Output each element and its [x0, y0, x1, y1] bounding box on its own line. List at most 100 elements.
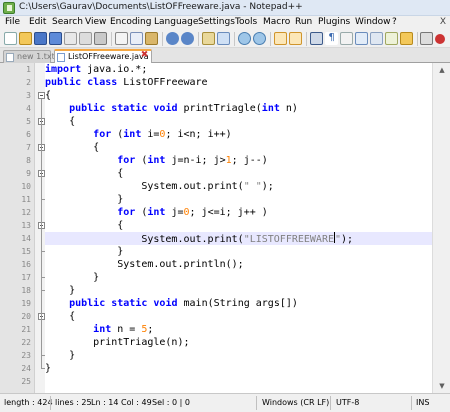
lang-icon[interactable] — [355, 32, 368, 45]
sync-h-icon[interactable] — [289, 32, 302, 45]
code-line[interactable]: } — [45, 271, 432, 284]
status-encoding: UTF-8 — [336, 398, 360, 407]
menu-view[interactable]: View — [85, 17, 106, 27]
vertical-scrollbar[interactable]: ▲ ▼ — [432, 63, 450, 393]
line-number: 24 — [21, 364, 31, 373]
code-line[interactable]: { — [45, 89, 432, 102]
wrap-icon[interactable] — [310, 32, 323, 45]
find-icon[interactable] — [202, 32, 215, 45]
paste-icon[interactable] — [145, 32, 158, 45]
close-icon[interactable] — [64, 32, 77, 45]
fold-guide — [41, 320, 42, 355]
code-line[interactable]: } — [45, 349, 432, 362]
menu-macro[interactable]: Macro — [263, 17, 290, 27]
tab-label: new 1.txt — [17, 52, 55, 61]
code-token: void — [153, 103, 178, 114]
save-icon[interactable] — [34, 32, 47, 45]
menu-settings[interactable]: Settings — [198, 17, 235, 27]
fold-guide — [41, 151, 42, 277]
code-line[interactable]: public class ListOFFreeware — [45, 76, 432, 89]
code-line[interactable]: for (int j=n-i; j>1; j--) — [45, 154, 432, 167]
scroll-down-icon[interactable]: ▼ — [436, 381, 448, 391]
menu-search[interactable]: Search — [52, 17, 83, 27]
line-number: 4 — [26, 104, 31, 113]
status-column: Col : 49 — [121, 398, 152, 407]
cut-icon[interactable] — [115, 32, 128, 45]
code-line[interactable]: for (int j=0; j<=i; j++ ) — [45, 206, 432, 219]
redo-icon[interactable] — [181, 32, 194, 45]
code-line[interactable]: for (int i=0; i<n; i++) — [45, 128, 432, 141]
new-file-icon[interactable] — [4, 32, 17, 45]
code-line[interactable]: System.out.print(" "); — [45, 180, 432, 193]
zoom-out-icon[interactable] — [253, 32, 266, 45]
doc-map-icon[interactable] — [370, 32, 383, 45]
status-separator — [50, 396, 51, 410]
menu-window[interactable]: Window — [355, 17, 391, 27]
code-line[interactable]: public static void main(String args[]) — [45, 297, 432, 310]
code-token: for — [117, 207, 136, 218]
print-icon[interactable] — [94, 32, 107, 45]
code-token: System.out.println(); — [45, 259, 244, 270]
code-token: { — [45, 116, 76, 127]
code-line[interactable]: } — [45, 362, 432, 375]
code-line[interactable]: import java.io.*; — [45, 63, 432, 76]
menu-run[interactable]: Run — [295, 17, 312, 27]
code-line[interactable]: } — [45, 245, 432, 258]
code-token: public — [69, 103, 106, 114]
code-area[interactable]: import java.io.*; public class ListOFFree… — [45, 63, 432, 393]
save-all-icon[interactable] — [49, 32, 62, 45]
sync-v-icon[interactable] — [274, 32, 287, 45]
code-token: j= — [165, 207, 184, 218]
copy-icon[interactable] — [130, 32, 143, 45]
code-token: java.io.*; — [81, 64, 148, 75]
code-token: ; j<=i; j++ ) — [189, 207, 268, 218]
line-number: 23 — [21, 351, 31, 360]
code-line[interactable]: System.out.println(); — [45, 258, 432, 271]
indent-guide-icon[interactable] — [340, 32, 353, 45]
all-chars-icon[interactable]: ¶ — [325, 32, 338, 45]
function-list-icon[interactable] — [385, 32, 398, 45]
close-tab-icon[interactable]: ✖ — [140, 51, 149, 60]
close-document-button[interactable]: X — [440, 17, 446, 27]
menu-edit[interactable]: Edit — [29, 17, 46, 27]
code-line[interactable] — [45, 375, 432, 388]
menu-plugins[interactable]: Plugins — [318, 17, 350, 27]
menu-file[interactable]: File — [5, 17, 20, 27]
current-code-line[interactable]: System.out.print("LISTOFFREEWARE"); — [45, 232, 432, 245]
tab-new-1[interactable]: new 1.txt — [3, 50, 55, 63]
code-line[interactable]: printTriagle(n); — [45, 336, 432, 349]
zoom-in-icon[interactable] — [238, 32, 251, 45]
toolbar-separator — [417, 32, 418, 46]
menu-encoding[interactable]: Encoding — [110, 17, 151, 27]
fold-toggle-icon[interactable] — [38, 92, 45, 99]
close-all-icon[interactable] — [79, 32, 92, 45]
line-number: 17 — [21, 273, 31, 282]
line-number: 15 — [21, 247, 31, 256]
open-file-icon[interactable] — [19, 32, 32, 45]
replace-icon[interactable] — [217, 32, 230, 45]
code-line[interactable]: { — [45, 167, 432, 180]
scroll-up-icon[interactable]: ▲ — [436, 65, 448, 75]
code-token: int — [123, 129, 142, 140]
undo-icon[interactable] — [166, 32, 179, 45]
status-separator — [411, 396, 412, 410]
code-line[interactable]: } — [45, 193, 432, 206]
code-line[interactable]: { — [45, 115, 432, 128]
code-line[interactable]: { — [45, 219, 432, 232]
code-line[interactable]: public static void printTriagle(int n) — [45, 102, 432, 115]
code-line[interactable]: } — [45, 284, 432, 297]
status-insert-mode: INS — [416, 398, 430, 407]
code-line[interactable]: int n = 5; — [45, 323, 432, 336]
menu-help[interactable]: ? — [392, 17, 397, 27]
folder-icon[interactable] — [400, 32, 413, 45]
tab-listoffreeware[interactable]: ListOFFreeware.java ✖ — [54, 49, 152, 64]
code-token: j=n-i; j> — [165, 155, 226, 166]
menu-tools[interactable]: Tools — [235, 17, 257, 27]
record-macro-icon[interactable] — [435, 34, 445, 44]
monitor-icon[interactable] — [420, 32, 433, 45]
code-line[interactable]: { — [45, 141, 432, 154]
menu-language[interactable]: Language — [154, 17, 198, 27]
code-line[interactable]: { — [45, 310, 432, 323]
editor[interactable]: 1 2 3 4 5 6 7 8 9 10 11 12 13 14 15 16 17 18 19 20 21 22 23 24 2… — [0, 63, 432, 393]
